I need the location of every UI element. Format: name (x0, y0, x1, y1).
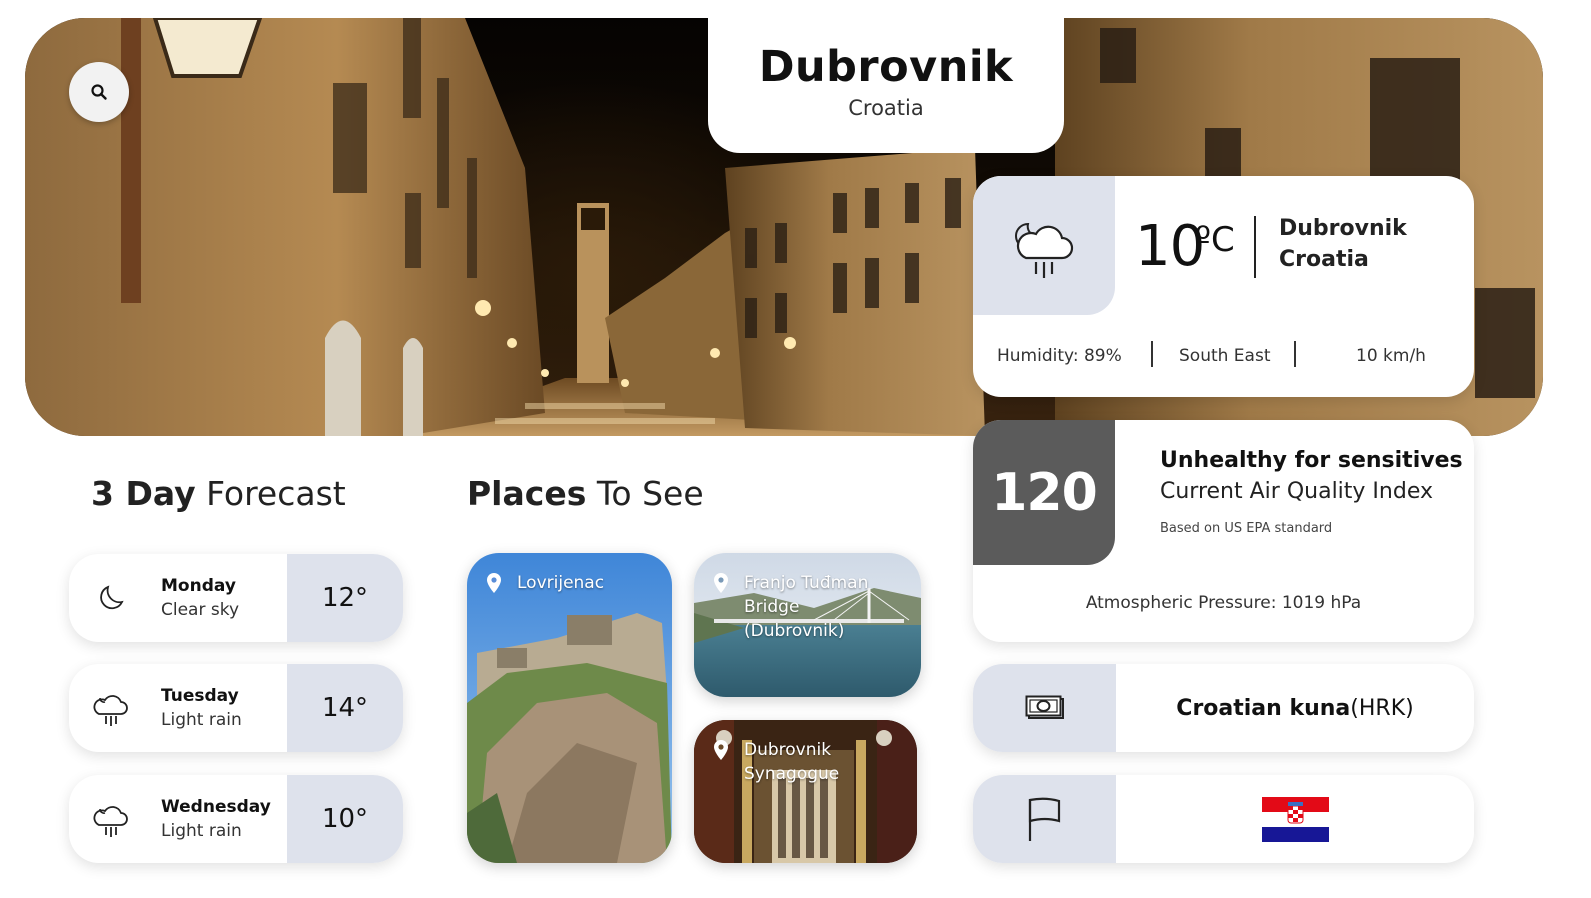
divider (1294, 341, 1296, 367)
weather-icon-panel (973, 176, 1115, 315)
forecast-description: Light rain (161, 821, 242, 841)
aqi-value: 120 (973, 420, 1115, 565)
air-quality-card: 120 Unhealthy for sensitives Current Air… (973, 420, 1474, 642)
current-weather-card: 10 ºC Dubrovnik Croatia Humidity: 89% So… (973, 176, 1474, 397)
cloud-rain-moon-icon (1015, 222, 1074, 278)
places-heading-bold: Places (467, 474, 587, 513)
location-title-card: Dubrovnik Croatia (708, 18, 1064, 153)
forecast-day: Tuesday (161, 686, 239, 706)
humidity-value: Humidity: 89% (997, 346, 1122, 366)
aqi-label: Current Air Quality Index (1160, 479, 1433, 504)
search-icon (91, 84, 107, 100)
aqi-standard: Based on US EPA standard (1160, 521, 1333, 536)
currency-name: Croatian kuna (1176, 695, 1351, 721)
forecast-description: Clear sky (161, 600, 240, 620)
place-photo (467, 553, 672, 863)
temperature-unit: ºC (1195, 220, 1235, 260)
flag-icon-panel (973, 775, 1116, 863)
forecast-heading-rest: Forecast (195, 474, 346, 513)
forecast-temperature: 12° (287, 554, 403, 642)
forecast-day-card[interactable]: Tuesday Light rain 14° (69, 664, 403, 752)
forecast-temperature: 10° (287, 775, 403, 863)
places-heading: Places To See (467, 474, 704, 513)
location-pin-icon (714, 573, 728, 593)
currency-code: (HRK) (1350, 695, 1414, 721)
forecast-day: Monday (161, 576, 236, 596)
places-heading-rest: To See (586, 474, 704, 513)
weather-country: Croatia (1279, 247, 1369, 272)
place-card-bridge[interactable]: Franjo Tuđman Bridge (Dubrovnik) (694, 553, 921, 697)
place-card-synagogue[interactable]: Dubrovnik Synagogue (694, 720, 917, 863)
moon-icon (89, 576, 133, 620)
flag-container (1116, 775, 1474, 863)
current-temperature: 10 (1135, 214, 1205, 279)
search-button[interactable] (69, 62, 129, 122)
forecast-heading-bold: 3 Day (91, 474, 196, 513)
divider (1151, 341, 1153, 367)
place-card-lovrijenac[interactable]: Lovrijenac (467, 553, 672, 863)
forecast-description: Light rain (161, 710, 242, 730)
page-subtitle: Croatia (848, 96, 924, 120)
cloud-rain-icon (89, 797, 133, 841)
location-pin-icon (714, 740, 728, 760)
flag-icon (1028, 797, 1060, 841)
weather-city: Dubrovnik (1279, 216, 1407, 241)
weather-stats: Humidity: 89% South East 10 km/h (973, 341, 1474, 371)
atmospheric-pressure: Atmospheric Pressure: 1019 hPa (1085, 593, 1362, 613)
currency-icon-panel (973, 664, 1116, 752)
aqi-level: Unhealthy for sensitives (1160, 448, 1463, 473)
forecast-day-card[interactable]: Monday Clear sky 12° (69, 554, 403, 642)
place-name: Lovrijenac (517, 573, 605, 593)
currency-text: Croatian kuna (HRK) (1116, 664, 1474, 752)
forecast-heading: 3 Day Forecast (91, 474, 346, 513)
forecast-day-card[interactable]: Wednesday Light rain 10° (69, 775, 403, 863)
currency-card: Croatian kuna (HRK) (973, 664, 1474, 752)
place-name: Franjo Tuđman Bridge (Dubrovnik) (744, 573, 869, 641)
croatia-flag-image (1261, 796, 1329, 842)
location-pin-icon (487, 573, 501, 593)
forecast-day: Wednesday (161, 797, 271, 817)
wind-direction: South East (1179, 346, 1271, 366)
forecast-temperature: 14° (287, 664, 403, 752)
flag-card (973, 775, 1474, 863)
wind-speed: 10 km/h (1356, 346, 1426, 366)
cloud-rain-icon (89, 686, 133, 730)
place-name: Dubrovnik Synagogue (744, 740, 840, 784)
page-title: Dubrovnik (758, 42, 1014, 92)
banknote-icon (1025, 695, 1064, 719)
divider (1254, 216, 1256, 278)
